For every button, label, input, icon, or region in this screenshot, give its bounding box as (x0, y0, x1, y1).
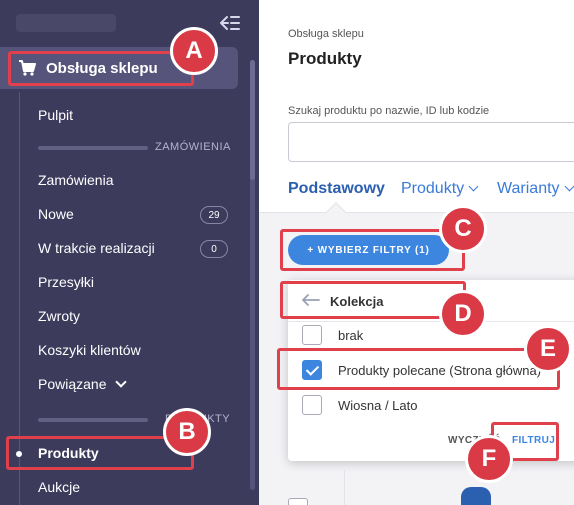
sidebar-item-returns[interactable]: Zwroty (38, 308, 80, 324)
filter-option-label: Wiosna / Lato (338, 397, 418, 413)
sidebar-item-shipments[interactable]: Przesyłki (38, 274, 94, 290)
row-checkbox[interactable] (288, 498, 308, 505)
table-divider (344, 470, 345, 505)
annotation-marker-e: E (524, 325, 572, 373)
section-label-orders: ZAMÓWIENIA (155, 141, 231, 153)
search-input[interactable] (288, 122, 574, 162)
sidebar-item-orders[interactable]: Zamówienia (38, 172, 113, 188)
section-divider (38, 146, 148, 150)
filter-option-none[interactable]: brak (302, 325, 363, 345)
sidebar-item-related-label: Powiązane (38, 376, 107, 392)
filter-option-label: brak (338, 327, 364, 343)
chevron-down-icon (468, 181, 479, 192)
sidebar-scrollbar[interactable] (250, 60, 255, 490)
filter-checkbox[interactable] (302, 325, 322, 345)
highlight-box-a (8, 51, 194, 86)
tab-variants[interactable]: Warianty (497, 180, 574, 198)
highlight-box-e (277, 348, 560, 390)
tab-variants-label: Warianty (497, 180, 560, 197)
divider (288, 321, 574, 322)
annotation-marker-c: C (439, 205, 487, 253)
product-thumbnail[interactable] (461, 487, 491, 505)
tab-products-label: Produkty (401, 180, 465, 197)
sidebar-item-auctions[interactable]: Aukcje (38, 479, 80, 495)
sidebar-item-new[interactable]: Nowe (38, 206, 74, 222)
count-badge-in-progress: 0 (200, 240, 228, 258)
annotation-marker-d: D (439, 290, 487, 338)
breadcrumb[interactable]: Obsługa sklepu (288, 28, 364, 40)
annotation-marker-b: B (163, 408, 211, 456)
sidebar-item-carts[interactable]: Koszyki klientów (38, 342, 141, 358)
tab-products[interactable]: Produkty (401, 180, 479, 198)
count-badge-new: 29 (200, 206, 228, 224)
section-divider (38, 418, 148, 422)
chevron-down-icon (114, 376, 127, 388)
store-logo-placeholder (16, 14, 116, 32)
annotation-marker-a: A (170, 27, 218, 75)
filter-option-spring-summer[interactable]: Wiosna / Lato (302, 395, 418, 415)
chevron-down-icon (564, 181, 574, 192)
sidebar-item-related[interactable]: Powiązane (38, 376, 127, 392)
filter-checkbox[interactable] (302, 395, 322, 415)
sidebar-item-pulpit[interactable]: Pulpit (38, 107, 73, 123)
collapse-sidebar-icon[interactable] (219, 14, 241, 32)
sidebar-item-in-progress[interactable]: W trakcie realizacji (38, 240, 155, 256)
tab-basic[interactable]: Podstawowy (288, 180, 385, 198)
page-title: Produkty (288, 49, 362, 68)
search-label: Szukaj produktu po nazwie, ID lub kodzie (288, 105, 490, 117)
annotation-marker-f: F (465, 435, 513, 483)
highlight-box-c (280, 229, 465, 271)
